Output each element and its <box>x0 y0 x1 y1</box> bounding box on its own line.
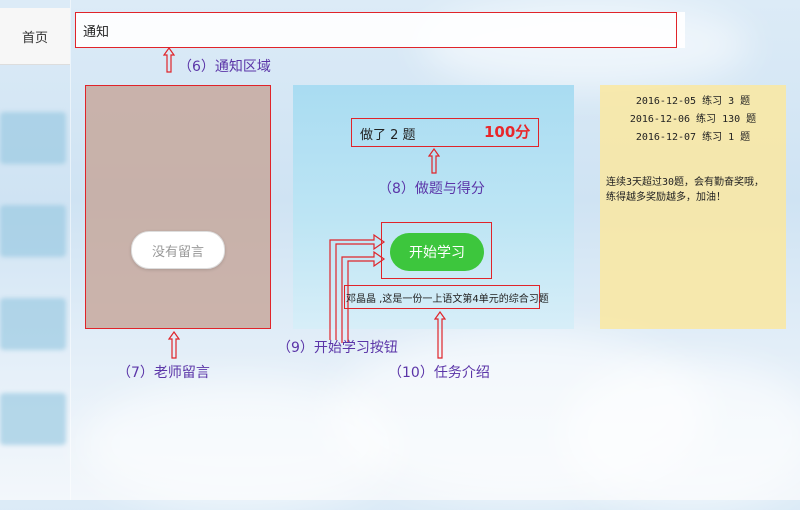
score-value: 100分 <box>484 123 531 141</box>
notice-caption: （6）通知区域 <box>178 59 271 75</box>
start-caption: （9）开始学习按钮 <box>277 340 398 356</box>
task-caption: （10）任务介绍 <box>388 365 490 381</box>
reward-note: 连续3天超过30题，会有勤奋奖哦， 练得越多奖励越多，加油！ <box>606 175 782 205</box>
record-item: 2016-12-05 练习 3 题 <box>635 96 751 107</box>
up-arrow-icon <box>163 47 175 73</box>
teacher-caption: （7）老师留言 <box>117 365 210 381</box>
nav-tile[interactable] <box>0 205 66 257</box>
record-item: 2016-12-07 练习 1 题 <box>635 132 751 143</box>
reward-line: 连续3天超过30题，会有勤奋奖哦， <box>606 177 765 188</box>
notice-highlight-box <box>75 12 677 48</box>
side-nav: 首页 <box>0 0 70 500</box>
start-study-button[interactable]: 开始学习 <box>390 233 484 271</box>
task-intro: 邓晶晶 ,这是一份一上语文第4单元的综合习题 <box>346 294 549 305</box>
up-arrow-icon <box>428 148 440 174</box>
reward-line: 练得越多奖励越多，加油！ <box>606 192 726 203</box>
up-arrow-icon <box>434 311 446 359</box>
up-arrow-icon <box>168 331 180 359</box>
nav-divider <box>70 0 71 500</box>
nav-tile[interactable] <box>0 298 66 350</box>
cloud-decoration <box>80 380 400 510</box>
score-caption: （8）做题与得分 <box>378 181 485 197</box>
nav-tile[interactable] <box>0 112 66 164</box>
no-message-button[interactable]: 没有留言 <box>131 231 225 269</box>
teacher-highlight-box <box>85 85 271 329</box>
nav-home[interactable]: 首页 <box>0 8 70 65</box>
nav-tile[interactable] <box>0 393 66 445</box>
done-count: 做了 2 题 <box>360 128 416 143</box>
record-item: 2016-12-06 练习 130 题 <box>629 114 757 125</box>
